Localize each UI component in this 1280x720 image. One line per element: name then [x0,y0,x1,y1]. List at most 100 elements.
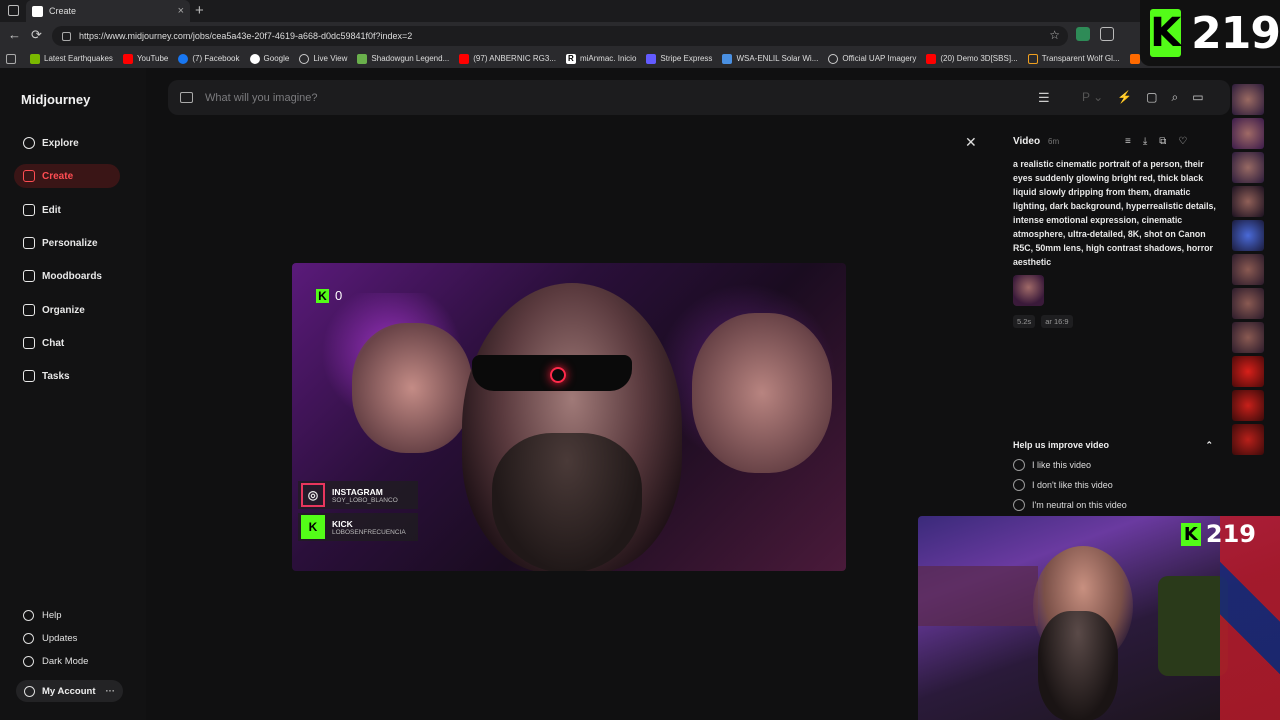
nav-edit[interactable]: Edit [14,198,120,222]
history-thumbnail[interactable] [1232,220,1264,251]
feedback-option-like[interactable]: I like this video [1013,459,1213,471]
video-preview[interactable]: K 0 ◎ INSTAGRAM SOY_LOBO_BLANCO K KICK L… [292,263,846,571]
reload-icon[interactable]: ⟳ [31,27,42,43]
nav-explore[interactable]: Explore [14,131,120,155]
my-account-button[interactable]: My Account ··· [16,680,123,702]
nav-create[interactable]: Create [14,164,120,188]
bookmark-label: (7) Facebook [192,54,240,63]
history-thumbnail[interactable] [1232,254,1264,285]
bookmark-item[interactable]: WSA-ENLIL Solar Wi... [722,53,818,64]
nav-moodboards[interactable]: Moodboards [14,264,120,288]
nav-label: Create [42,170,74,182]
bookmark-item[interactable]: Transparent Wolf Gl... [1027,53,1120,64]
settings-sliders-icon[interactable]: ☰ [1038,90,1050,106]
moon-icon [23,656,34,667]
nav-tasks[interactable]: Tasks [14,364,120,388]
prompt-bar[interactable]: What will you imagine? ☰ [168,80,1230,115]
new-tab-icon[interactable]: + [195,2,204,19]
reference-thumbnail[interactable] [1013,275,1044,306]
browser-tab[interactable]: Create × [26,0,190,22]
more-options-icon[interactable]: ··· [106,686,116,697]
bookmark-item[interactable] [6,53,20,64]
chat-bubble-icon[interactable]: ▢ [1146,90,1157,105]
nav-label: Edit [42,204,61,216]
duration-tag[interactable]: 5.2s [1013,315,1036,328]
copy-icon[interactable]: ⧉ [1159,136,1166,147]
extension-shield-icon[interactable] [1076,27,1090,41]
history-thumbnail[interactable] [1232,118,1264,149]
bookmark-item[interactable]: Official UAP Imagery [828,53,916,64]
kick-label: KICK [332,518,353,529]
instagram-overlay: ◎ INSTAGRAM SOY_LOBO_BLANCO [298,481,418,509]
feedback-option-dislike[interactable]: I don't like this video [1013,479,1213,491]
history-thumbnail[interactable] [1232,424,1264,455]
bookmark-label: Shadowgun Legend... [371,54,450,63]
lightning-icon[interactable]: ⚡ [1117,90,1132,105]
footer-updates[interactable]: Updates [23,633,77,644]
gaming-chair [1158,576,1228,676]
browser-tabstrip: Create × + [0,0,1280,22]
bookmark-item[interactable]: Live View [299,53,348,64]
instagram-label: INSTAGRAM [332,486,383,497]
back-icon[interactable]: ← [8,27,21,42]
extension-puzzle-icon[interactable] [1100,27,1114,41]
image-prompt-icon[interactable] [180,92,193,103]
bookmarks-bar: Latest Earthquakes YouTube (7) Facebook … [0,49,1280,68]
history-thumbnail[interactable] [1232,84,1264,115]
history-thumbnail[interactable] [1232,322,1264,353]
aspect-ratio-tag[interactable]: ar 16:9 [1041,315,1073,328]
kick-follower-count: 219 [1191,7,1280,59]
bookmark-item[interactable]: Google [249,53,289,64]
personalize-icon [23,237,35,249]
search-icon[interactable]: ⌕ [1171,90,1178,105]
prompt-input[interactable]: What will you imagine? [205,92,318,104]
bookmark-item[interactable]: (20) Demo 3D[SBS]... [926,53,1018,64]
feedback-panel: Help us improve video ⌃ I like this vide… [1013,440,1213,511]
history-thumbnail[interactable] [1232,288,1264,319]
history-thumbnail[interactable] [1232,390,1264,421]
option-label: I don't like this video [1032,480,1113,490]
bookmark-item[interactable]: (7) Facebook [178,53,240,64]
footer-help[interactable]: Help [23,610,62,621]
bookmark-item[interactable]: RmiAnmac. Inicio [565,53,636,64]
nav-label: Tasks [42,370,70,382]
job-tags: 5.2s ar 16:9 [1013,315,1218,328]
beard [492,433,642,571]
radio-button[interactable] [1013,499,1025,511]
folder-icon[interactable]: ▭ [1192,90,1203,105]
document-icon [1027,53,1038,64]
close-tab-icon[interactable]: × [178,5,184,17]
bookmark-item[interactable]: Latest Earthquakes [30,53,113,64]
brand-logo[interactable]: Midjourney [21,92,90,107]
window-menu-icon[interactable] [8,5,19,16]
chevron-up-icon[interactable]: ⌃ [1205,440,1213,451]
streamer-beard [1038,611,1118,720]
radio-button[interactable] [1013,479,1025,491]
bookmark-item[interactable]: Stripe Express [646,53,712,64]
bookmark-star-icon[interactable]: ☆ [1049,28,1060,42]
history-thumbnail[interactable] [1232,186,1264,217]
bookmark-label: Live View [313,54,348,63]
bookmark-item[interactable]: YouTube [122,53,168,64]
history-thumbnail[interactable] [1232,152,1264,183]
bookmark-item[interactable]: Shadowgun Legend... [357,53,450,64]
url-bar[interactable]: https://www.midjourney.com/jobs/cea5a43e… [52,26,1068,46]
personalize-toggle-icon[interactable]: P ⌄ [1082,90,1103,105]
close-icon[interactable]: ✕ [965,134,977,151]
details-age: 6m [1048,137,1060,146]
nav-label: Personalize [42,237,98,249]
nav-organize[interactable]: Organize [14,298,120,322]
site-info-icon[interactable] [62,31,71,41]
heart-icon[interactable]: ♡ [1178,136,1187,147]
radio-button[interactable] [1013,459,1025,471]
bell-icon [23,633,34,644]
nav-personalize[interactable]: Personalize [14,231,120,255]
options-icon[interactable]: ≡ [1125,136,1131,147]
history-thumbnail[interactable] [1232,356,1264,387]
feedback-option-neutral[interactable]: I'm neutral on this video [1013,499,1213,511]
download-icon[interactable]: ⤓ [1143,136,1147,147]
sidebar: Midjourney Explore Create Edit Personali… [0,68,146,720]
bookmark-item[interactable]: (97) ANBERNIC RG3... [459,53,556,64]
footer-dark-mode[interactable]: Dark Mode [23,656,88,667]
nav-chat[interactable]: Chat [14,331,120,355]
